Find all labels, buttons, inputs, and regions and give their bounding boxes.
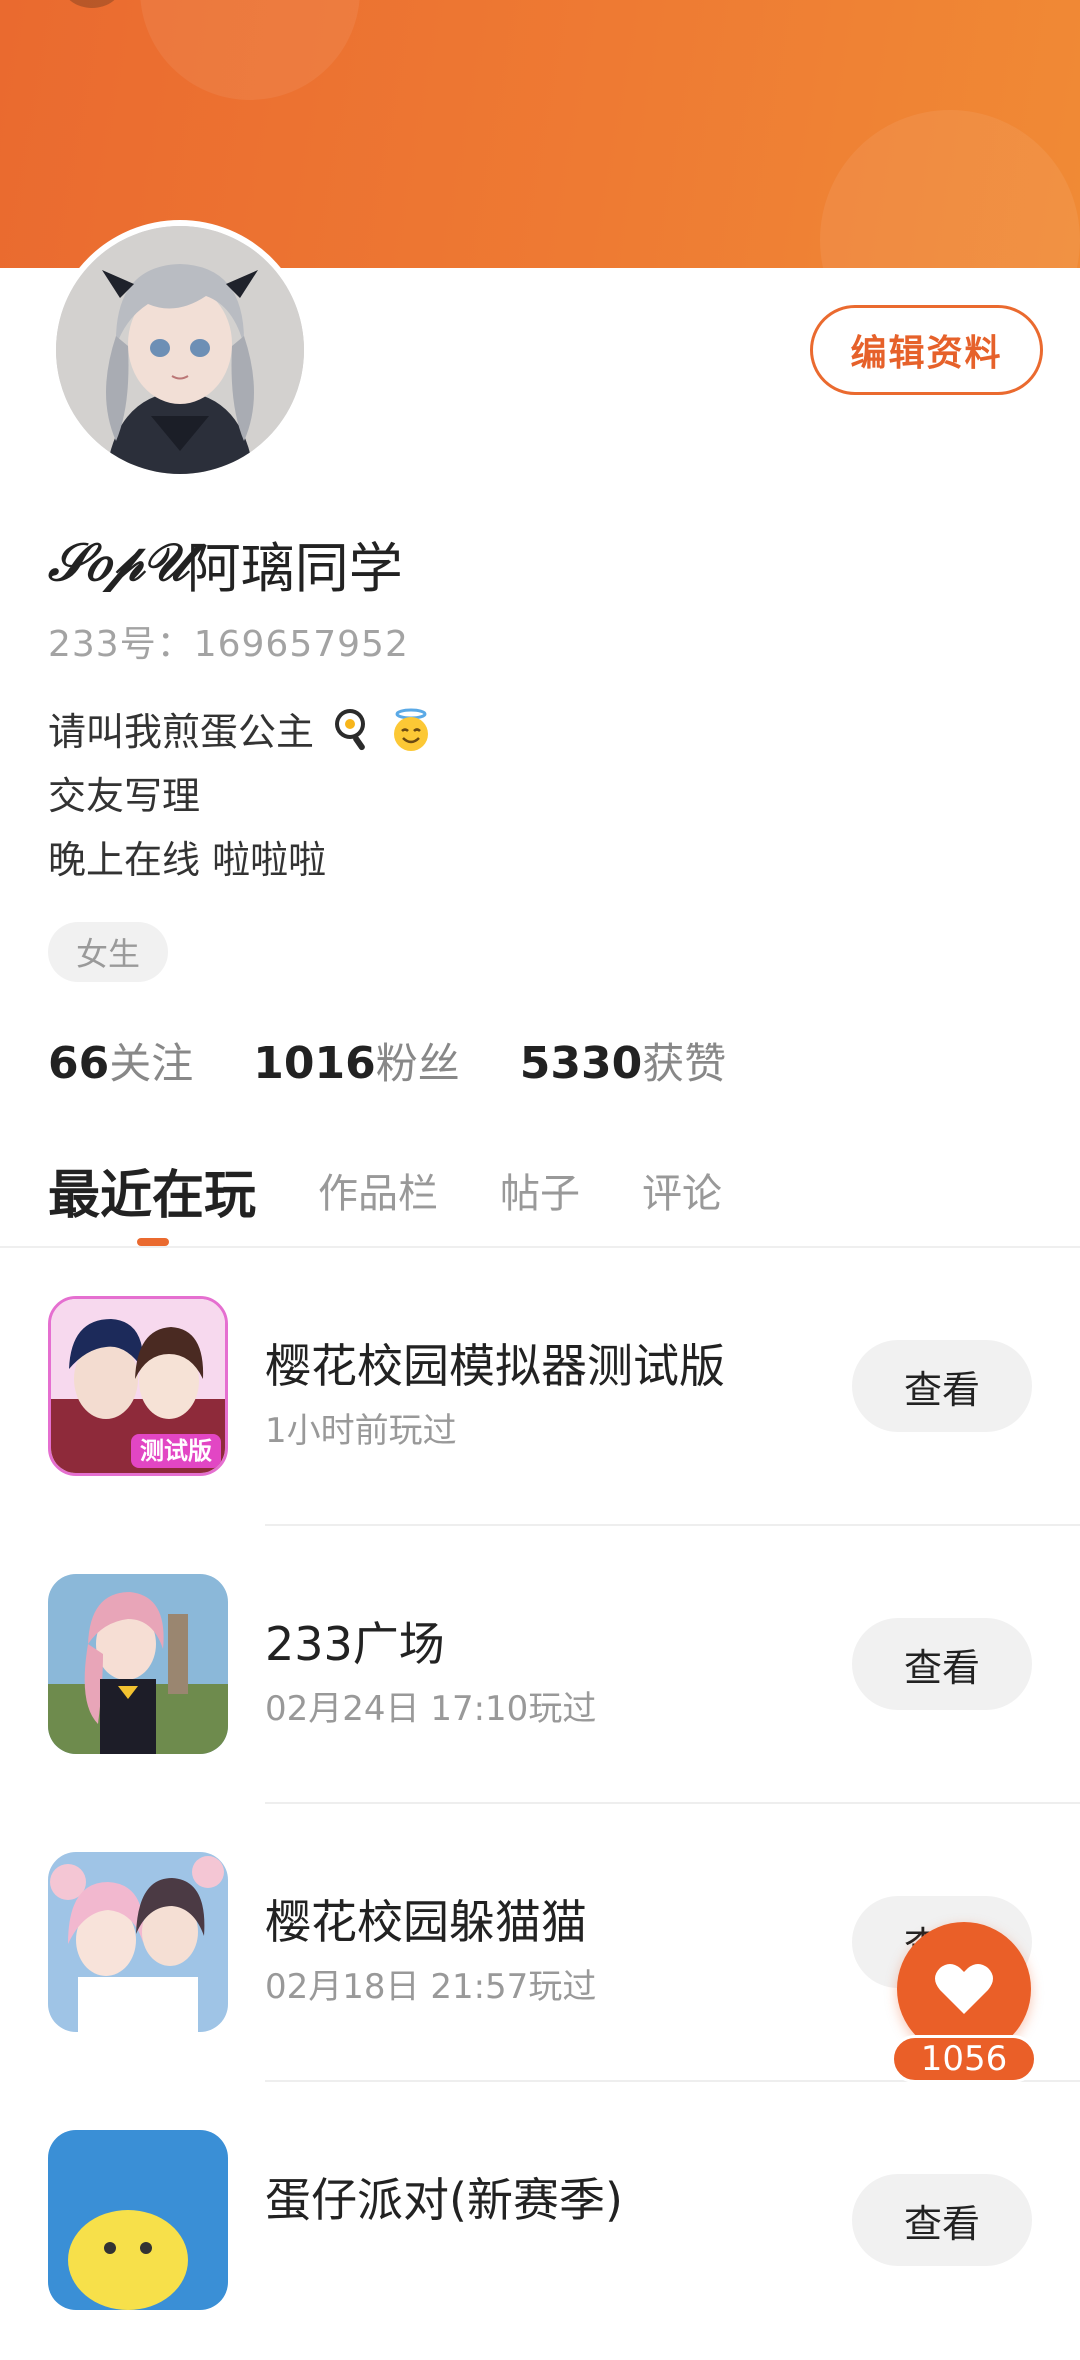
likes-label: 获赞 (642, 1039, 727, 1088)
view-button[interactable]: 查看 (852, 1618, 1032, 1710)
fans-stat[interactable]: 1016 粉丝 (253, 1030, 459, 1091)
name-text-part: 阿璃同学 (186, 536, 403, 600)
profile-name: 𝒮𝑜𝓅𝒰 阿璃同学 (48, 528, 403, 600)
bio-line-3: 晚上在线 啦啦啦 (48, 838, 327, 882)
fans-count: 1016 (253, 1038, 376, 1089)
bio-line-1-text: 请叫我煎蛋公主 (48, 710, 315, 754)
gender-tag: 女生 (48, 922, 168, 982)
following-label: 关注 (109, 1039, 194, 1088)
last-played-time: 02月18日 21:57玩过 (265, 1967, 597, 2007)
game-title: 233广场 (265, 1617, 445, 1671)
fans-label: 粉丝 (375, 1039, 460, 1088)
frying-pan-egg-icon (335, 709, 366, 751)
game-icon (48, 2130, 228, 2310)
like-count-badge: 1056 (891, 2035, 1037, 2083)
last-played-time: 02月24日 17:10玩过 (265, 1689, 597, 1729)
tab-comments[interactable]: 评论 (642, 1161, 722, 1219)
bio-line-1: 请叫我煎蛋公主 (48, 700, 434, 764)
profile-stats: 66 关注 1016 粉丝 5330 获赞 (48, 1030, 786, 1091)
game-title: 樱花校园躲猫猫 (265, 1895, 587, 1949)
game-icon (48, 1574, 228, 1754)
test-version-badge: 测试版 (140, 1437, 212, 1465)
list-item[interactable]: 测试版 樱花校园模拟器测试版 1小时前玩过 查看 (0, 1248, 1080, 1526)
view-button[interactable]: 查看 (852, 2174, 1032, 2266)
recent-games-list: 测试版 樱花校园模拟器测试版 1小时前玩过 查看 233广场 02月24日 17… (0, 1248, 1080, 2360)
tab-posts[interactable]: 帖子 (500, 1161, 580, 1219)
game-title: 蛋仔派对(新赛季) (265, 2173, 623, 2227)
heart-icon (935, 1964, 993, 2014)
game-title: 樱花校园模拟器测试版 (265, 1339, 725, 1393)
avatar[interactable] (50, 220, 310, 480)
bio-line-2: 交友写理 (48, 774, 201, 818)
list-item[interactable]: 233广场 02月24日 17:10玩过 查看 (0, 1526, 1080, 1804)
game-icon (48, 1852, 228, 2032)
smiling-angel-icon (394, 708, 429, 751)
likes-stat: 5330 获赞 (520, 1030, 726, 1091)
name-script-part: 𝒮𝑜𝓅𝒰 (48, 532, 189, 593)
game-icon: 测试版 (48, 1296, 228, 1476)
edit-profile-button[interactable]: 编辑资料 (810, 305, 1043, 395)
user-id: 233号：169657952 (48, 624, 409, 665)
profile-tabs: 最近在玩 作品栏 帖子 评论 (48, 1150, 784, 1230)
following-stat[interactable]: 66 关注 (48, 1030, 193, 1091)
list-item[interactable]: 蛋仔派对(新赛季) 查看 (0, 2082, 1080, 2360)
following-count: 66 (48, 1038, 110, 1089)
likes-count: 5330 (519, 1038, 643, 1089)
back-button[interactable] (62, 0, 122, 8)
profile-bio: 请叫我煎蛋公主 交友写理 晚上在线 啦啦啦 (48, 700, 434, 892)
tab-works[interactable]: 作品栏 (318, 1161, 438, 1219)
active-tab-indicator (137, 1238, 169, 1246)
view-button[interactable]: 查看 (852, 1340, 1032, 1432)
tab-recently-played[interactable]: 最近在玩 (48, 1153, 256, 1228)
last-played-time: 1小时前玩过 (265, 1411, 457, 1451)
avatar-image (56, 226, 304, 474)
